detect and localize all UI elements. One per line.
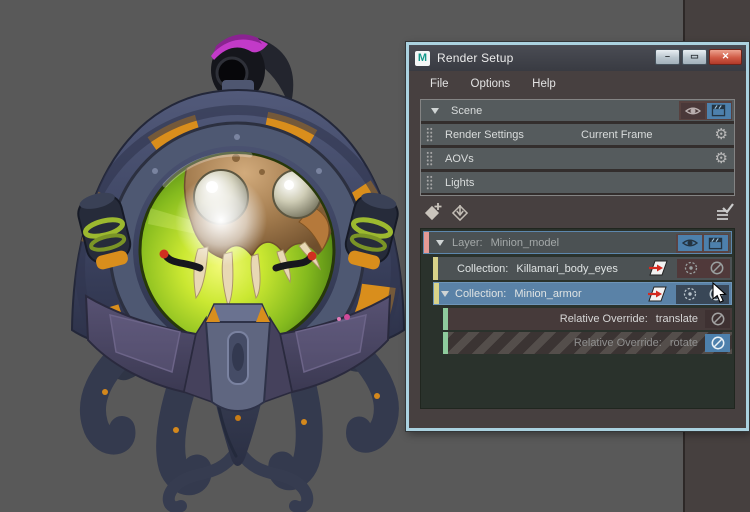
layer-color-tag <box>424 232 429 253</box>
aovs-row[interactable]: AOVs ⚙ <box>421 148 734 169</box>
minimize-button[interactable]: – <box>655 49 680 65</box>
scene-panel: Scene Render Settings Current Frame ⚙ AO… <box>420 99 735 196</box>
renderable-toggle[interactable] <box>706 102 731 119</box>
drag-handle[interactable] <box>426 151 433 166</box>
expand-triangle-icon[interactable] <box>431 107 439 114</box>
drag-handle[interactable] <box>426 175 433 190</box>
isolate-select-button[interactable] <box>647 286 667 302</box>
lights-row[interactable]: Lights <box>421 172 734 193</box>
collection-row-minion-armor[interactable]: Collection: Minion_armor <box>433 282 732 305</box>
collection-name: Killamari_body_eyes <box>516 262 618 275</box>
isolate-select-icon <box>648 286 667 302</box>
create-collection-icon <box>451 204 469 222</box>
disable-toggle[interactable] <box>705 260 729 276</box>
disable-icon <box>711 336 724 350</box>
drag-handle[interactable] <box>426 127 433 142</box>
eye-icon <box>684 107 701 114</box>
renderable-toggle[interactable] <box>703 235 728 251</box>
expand-triangle-icon[interactable] <box>441 290 449 297</box>
layer-type-label: Layer: <box>452 236 483 249</box>
scene-header-row[interactable]: Scene <box>421 100 734 121</box>
render-settings-row[interactable]: Render Settings Current Frame ⚙ <box>421 124 734 145</box>
collection-color-tag <box>434 283 439 304</box>
disable-icon <box>711 312 724 326</box>
layer-tree[interactable]: Layer: Minion_model Collection: Killamar… <box>420 228 735 409</box>
aovs-label: AOVs <box>445 152 474 165</box>
collection-color-tag <box>433 257 438 280</box>
gear-icon[interactable]: ⚙ <box>715 149 728 168</box>
maya-screen: M Render Setup – ▭ ✕ File Options Help S… <box>0 0 750 512</box>
window-title: Render Setup <box>437 51 514 65</box>
model-filter-target-icon <box>683 287 696 301</box>
filter-toggle[interactable] <box>679 260 703 276</box>
isolate-select-icon <box>649 260 668 276</box>
mouse-cursor <box>712 282 727 303</box>
layer-row-minion-model[interactable]: Layer: Minion_model <box>423 231 732 254</box>
visibility-toggle[interactable] <box>677 235 702 251</box>
render-setup-window: M Render Setup – ▭ ✕ File Options Help S… <box>406 42 749 431</box>
create-collection-button[interactable] <box>450 201 472 223</box>
layer-name: Minion_model <box>490 236 560 249</box>
renderable-clapperboard-icon <box>711 104 726 117</box>
override-type-label: Relative Override: <box>573 337 662 349</box>
sort-filter-button[interactable] <box>713 201 735 223</box>
lights-label: Lights <box>445 176 475 189</box>
override-row-rotate-disabled[interactable]: Relative Override: rotate <box>443 332 732 354</box>
menu-help[interactable]: Help <box>532 78 556 90</box>
collection-type-label: Collection: <box>455 287 507 300</box>
scene-toggles <box>679 101 732 120</box>
override-row-translate[interactable]: Relative Override: translate <box>443 308 732 330</box>
render-settings-value: Current Frame <box>581 128 653 141</box>
menu-file[interactable]: File <box>430 78 449 90</box>
disable-icon <box>710 261 723 275</box>
renderable-clapperboard-icon <box>708 237 723 249</box>
override-color-tag <box>443 308 448 330</box>
close-button[interactable]: ✕ <box>709 49 742 65</box>
filter-toggle[interactable] <box>678 286 702 302</box>
create-layer-icon <box>424 203 442 221</box>
layer-toggles <box>676 233 729 253</box>
isolate-select-button[interactable] <box>648 260 668 276</box>
scene-label: Scene <box>451 104 483 117</box>
maximize-button[interactable]: ▭ <box>682 49 707 65</box>
layer-toolbar <box>420 201 735 225</box>
collection-row-killamari-body-eyes[interactable]: Collection: Killamari_body_eyes <box>433 257 732 280</box>
override-name: rotate <box>669 337 698 349</box>
menubar: File Options Help <box>409 71 746 97</box>
model-filter-target-icon <box>684 261 697 275</box>
maya-logo-icon: M <box>415 50 430 66</box>
titlebar[interactable]: M Render Setup – ▭ ✕ <box>409 45 746 71</box>
override-name: translate <box>655 313 698 325</box>
sort-filter-icon <box>716 203 734 220</box>
collection-name: Minion_armor <box>514 287 582 300</box>
visibility-toggle[interactable] <box>680 102 705 119</box>
override-color-tag <box>443 332 448 354</box>
disable-toggle[interactable] <box>705 334 730 352</box>
expand-triangle-icon[interactable] <box>436 239 444 246</box>
create-layer-button[interactable] <box>422 201 444 223</box>
disable-toggle[interactable] <box>705 310 730 328</box>
collection-type-label: Collection: <box>457 262 509 275</box>
override-type-label: Relative Override: <box>559 313 648 325</box>
collection-toggles <box>677 258 730 278</box>
eye-icon <box>681 239 698 247</box>
render-settings-label: Render Settings <box>445 128 524 141</box>
gear-icon[interactable]: ⚙ <box>715 125 728 144</box>
menu-options[interactable]: Options <box>471 78 511 90</box>
